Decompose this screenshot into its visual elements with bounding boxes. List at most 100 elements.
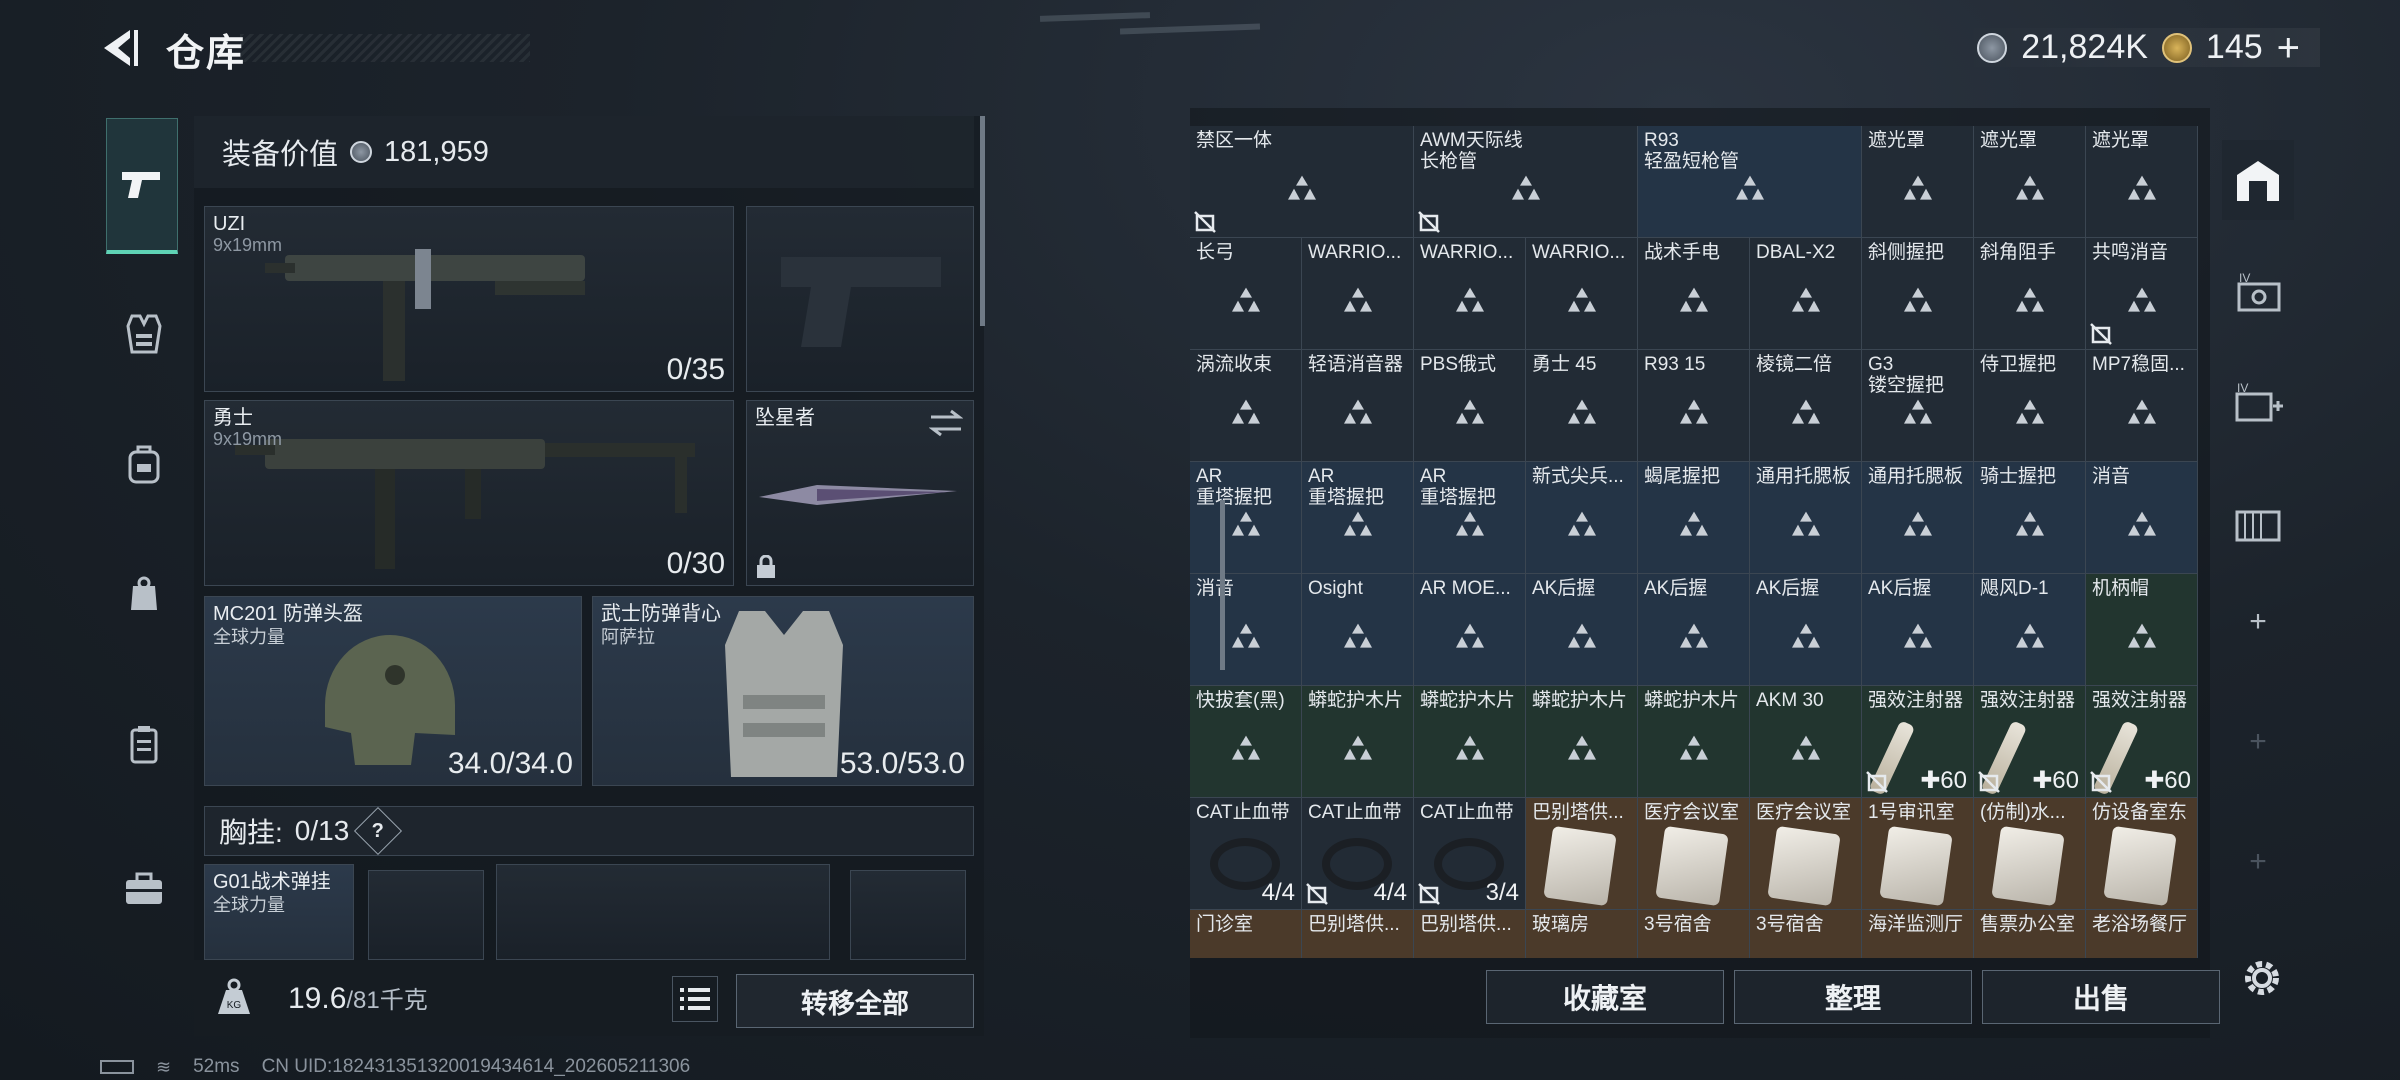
stash-item[interactable]: 侍卫握把 [1974, 350, 2086, 462]
stash-item[interactable]: 骑士握把 [1974, 462, 2086, 574]
stash-item[interactable]: 涡流收束 [1190, 350, 1302, 462]
stash-item[interactable]: CAT止血带 4/4 [1302, 798, 1414, 910]
stash-item[interactable]: 棱镜二倍 [1750, 350, 1862, 462]
stash-item[interactable]: R93 15 [1638, 350, 1750, 462]
stash-item[interactable]: DBAL-X2 [1750, 238, 1862, 350]
stash-item[interactable]: 蟒蛇护木片 [1638, 686, 1750, 798]
rig-pocket[interactable] [368, 870, 484, 960]
stash-item[interactable]: 巴别塔供... [1526, 798, 1638, 910]
sell-button[interactable]: 出售 [1982, 970, 2220, 1024]
stash-item[interactable]: 强效注射器 ✚60 [2086, 686, 2198, 798]
stash-item[interactable]: G3 镂空握把 [1862, 350, 1974, 462]
stash-item[interactable]: WARRIO... [1526, 238, 1638, 350]
stash-item[interactable]: 斜角阻手 [1974, 238, 2086, 350]
stash-item[interactable]: 医疗会议室 [1638, 798, 1750, 910]
rig-pocket[interactable] [850, 870, 966, 960]
stash-item[interactable]: AK后握 [1862, 574, 1974, 686]
stash-item[interactable]: 消音 [2086, 462, 2198, 574]
back-arrow-icon[interactable] [96, 24, 144, 72]
add-storage-button[interactable]: + [2222, 586, 2294, 658]
stash-item[interactable]: 门诊室 [1190, 910, 1302, 958]
help-icon[interactable]: ? [354, 806, 403, 856]
stash-item[interactable]: 战术手电 [1638, 238, 1750, 350]
tab-toolbox[interactable] [108, 853, 180, 925]
stash-item[interactable]: 海洋监测厅 [1862, 910, 1974, 958]
stash-item[interactable]: 老浴场餐厅 [2086, 910, 2198, 958]
stash-item[interactable]: 遮光罩 [1862, 126, 1974, 238]
stash-item[interactable]: 消音 [1190, 574, 1302, 686]
storage-tab-home[interactable] [2222, 140, 2294, 220]
stash-item[interactable]: CAT止血带 4/4 [1190, 798, 1302, 910]
stash-item[interactable]: 售票办公室 [1974, 910, 2086, 958]
secondary-weapon-slot[interactable]: 勇士 9x19mm 0/30 [204, 400, 734, 586]
collection-room-button[interactable]: 收藏室 [1486, 970, 1724, 1024]
stash-item[interactable]: AKM 30 [1750, 686, 1862, 798]
helmet-slot[interactable]: MC201 防弹头盔 全球力量 34.0/34.0 [204, 596, 582, 786]
stash-scrollbar[interactable] [1220, 500, 1225, 670]
stash-item[interactable]: 3号宿舍 [1638, 910, 1750, 958]
list-view-button[interactable] [672, 976, 718, 1022]
stash-item[interactable]: Osight [1302, 574, 1414, 686]
stash-item[interactable]: 蟒蛇护木片 [1414, 686, 1526, 798]
stash-item[interactable]: AK后握 [1750, 574, 1862, 686]
stash-item[interactable]: MP7稳固... [2086, 350, 2198, 462]
melee-slot[interactable]: 坠星者 [746, 400, 974, 586]
stash-item[interactable]: 巴别塔供... [1302, 910, 1414, 958]
stash-item[interactable]: 斜侧握把 [1862, 238, 1974, 350]
stash-item[interactable]: 机柄帽 [2086, 574, 2198, 686]
storage-tab-iv-2[interactable]: IV [2222, 366, 2294, 438]
tab-pouch[interactable] [108, 558, 180, 630]
stash-item[interactable]: PBS俄式 [1414, 350, 1526, 462]
stash-item[interactable]: 强效注射器 ✚60 [1862, 686, 1974, 798]
stash-item[interactable]: 禁区一体 [1190, 126, 1414, 238]
stash-item[interactable]: AR 重塔握把 [1414, 462, 1526, 574]
stash-item[interactable]: 快拔套(黑) [1190, 686, 1302, 798]
add-currency-icon[interactable]: + [2277, 28, 2300, 68]
vest-slot[interactable]: 武士防弹背心 阿萨拉 53.0/53.0 [592, 596, 974, 786]
stash-item[interactable]: 医疗会议室 [1750, 798, 1862, 910]
stash-item[interactable]: AK后握 [1526, 574, 1638, 686]
stash-item[interactable]: 遮光罩 [1974, 126, 2086, 238]
chest-rig-slot[interactable]: G01战术弹挂 全球力量 [204, 864, 354, 960]
storage-tab-cabinet[interactable] [2222, 486, 2294, 558]
stash-item[interactable]: 3号宿舍 [1750, 910, 1862, 958]
stash-item[interactable]: 蝎尾握把 [1638, 462, 1750, 574]
storage-tab-iv-1[interactable]: IV [2222, 256, 2294, 328]
stash-item[interactable]: 玻璃房 [1526, 910, 1638, 958]
stash-item[interactable]: 仿设备室东 [2086, 798, 2198, 910]
stash-item[interactable]: 强效注射器 ✚60 [1974, 686, 2086, 798]
stash-item[interactable]: R93 轻盈短枪管 [1638, 126, 1862, 238]
settings-gear-icon[interactable] [2238, 954, 2286, 1002]
rig-pocket[interactable] [496, 864, 830, 960]
stash-item[interactable]: 通用托腮板 [1862, 462, 1974, 574]
loadout-scrollbar[interactable] [980, 116, 985, 326]
tab-backpack[interactable] [108, 428, 180, 500]
stash-item[interactable]: 共鸣消音 [2086, 238, 2198, 350]
stash-item[interactable]: AK后握 [1638, 574, 1750, 686]
swap-icon[interactable] [929, 409, 963, 437]
tab-case[interactable] [108, 708, 180, 780]
stash-item[interactable]: WARRIO... [1414, 238, 1526, 350]
stash-item[interactable]: 蟒蛇护木片 [1302, 686, 1414, 798]
stash-item[interactable]: 长弓 [1190, 238, 1302, 350]
stash-item[interactable]: (仿制)水... [1974, 798, 2086, 910]
stash-item[interactable]: 蟒蛇护木片 [1526, 686, 1638, 798]
tab-weapons[interactable] [106, 118, 178, 254]
stash-item[interactable]: AR 重塔握把 [1302, 462, 1414, 574]
stash-item[interactable]: 遮光罩 [2086, 126, 2198, 238]
stash-item[interactable]: 勇士 45 [1526, 350, 1638, 462]
stash-item[interactable]: 1号审讯室 [1862, 798, 1974, 910]
stash-item[interactable]: WARRIO... [1302, 238, 1414, 350]
stash-item[interactable]: 通用托腮板 [1750, 462, 1862, 574]
transfer-all-button[interactable]: 转移全部 [736, 974, 974, 1028]
stash-item[interactable]: 轻语消音器 [1302, 350, 1414, 462]
stash-item[interactable]: AR MOE... [1414, 574, 1526, 686]
tab-vest[interactable] [108, 298, 180, 370]
primary-weapon-slot[interactable]: UZI 9x19mm 0/35 [204, 206, 734, 392]
stash-item[interactable]: 新式尖兵... [1526, 462, 1638, 574]
stash-item[interactable]: AR 重塔握把 [1190, 462, 1302, 574]
stash-item[interactable]: CAT止血带 3/4 [1414, 798, 1526, 910]
pistol-slot-empty[interactable] [746, 206, 974, 392]
stash-item[interactable]: AWM天际线 长枪管 [1414, 126, 1638, 238]
sort-button[interactable]: 整理 [1734, 970, 1972, 1024]
